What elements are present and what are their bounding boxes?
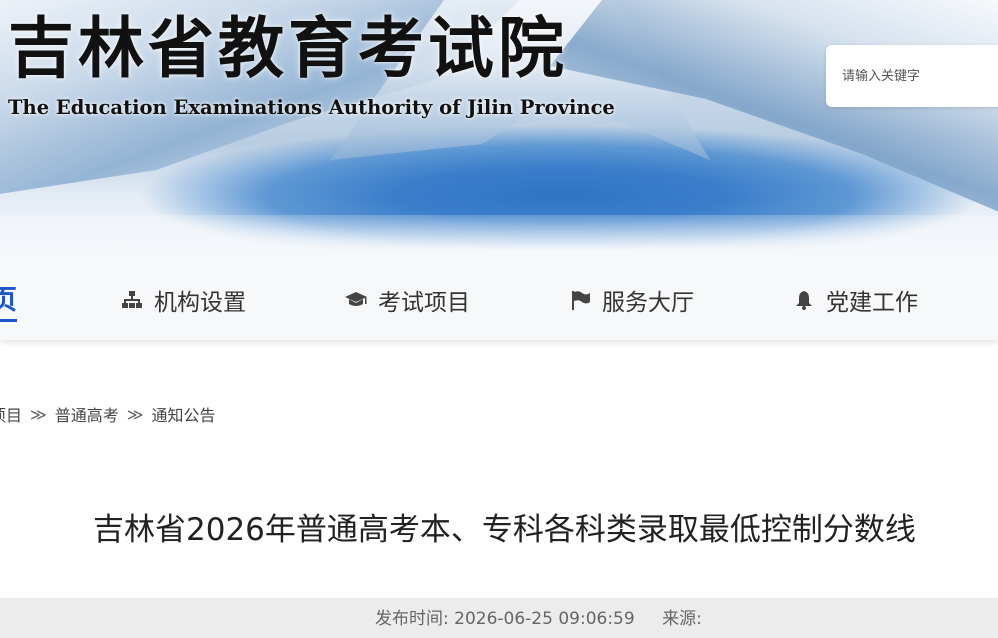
breadcrumb: 项目 ≫ 普通高考 ≫ 通知公告 — [0, 400, 216, 428]
breadcrumb-separator: ≫ — [30, 404, 47, 424]
article-meta: 发布时间: 2026-06-25 09:06:59 来源: — [375, 604, 702, 629]
banner-snow — [0, 215, 998, 260]
header-banner: 吉林省教育考试院 The Education Examinations Auth… — [0, 0, 998, 260]
article-source: 来源: — [662, 609, 702, 629]
nav-label: 考试项目 — [378, 290, 470, 316]
breadcrumb-item[interactable]: 普通高考 — [55, 402, 119, 426]
main-nav: 页 机构设置 考试项目 服务大厅 党建工作 — [0, 260, 998, 340]
nav-item-services[interactable]: 服务大厅 — [568, 260, 694, 340]
search-box[interactable] — [826, 45, 998, 107]
nav-item-party[interactable]: 党建工作 — [792, 260, 918, 340]
nav-item-exams[interactable]: 考试项目 — [344, 260, 470, 340]
bell-icon — [792, 288, 816, 312]
nav-item-organization[interactable]: 机构设置 — [120, 260, 246, 340]
flag-icon — [568, 288, 592, 312]
search-input[interactable] — [842, 68, 992, 84]
sitemap-icon — [120, 288, 144, 312]
breadcrumb-separator: ≫ — [126, 404, 144, 424]
graduation-cap-icon — [344, 288, 368, 312]
site-subtitle: The Education Examinations Authority of … — [8, 96, 615, 119]
nav-label: 机构设置 — [154, 290, 246, 316]
breadcrumb-item[interactable]: 项目 — [0, 402, 22, 426]
site-title[interactable]: 吉林省教育考试院 — [8, 8, 568, 88]
nav-item-home[interactable]: 页 — [0, 260, 17, 340]
nav-label: 党建工作 — [826, 290, 918, 316]
nav-label: 服务大厅 — [602, 290, 694, 316]
article-title: 吉林省2026年普通高考本、专科各科类录取最低控制分数线 — [93, 512, 916, 548]
nav-home-label: 页 — [0, 278, 17, 322]
publish-time: 发布时间: 2026-06-25 09:06:59 — [375, 609, 635, 629]
breadcrumb-item[interactable]: 通知公告 — [152, 402, 216, 426]
